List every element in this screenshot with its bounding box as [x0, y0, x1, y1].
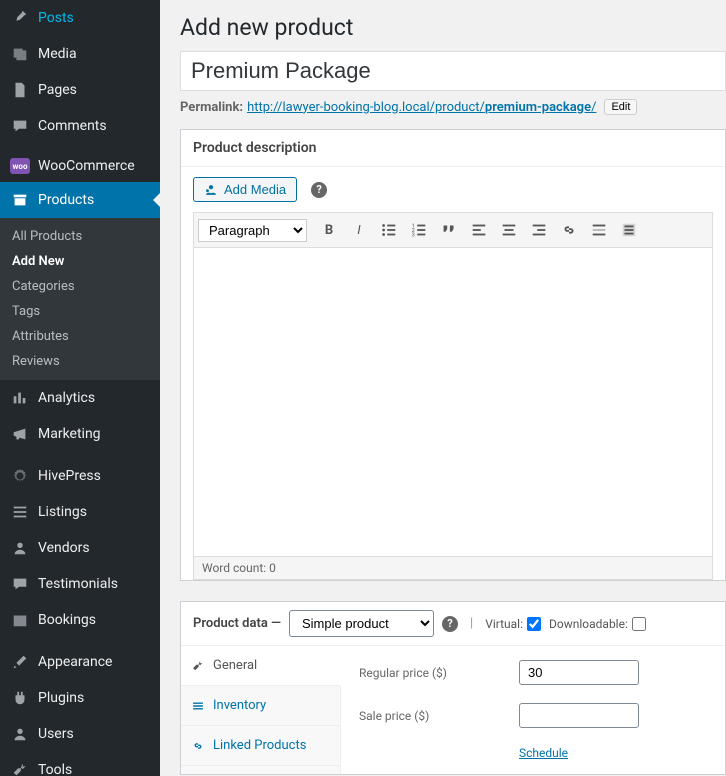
bold-button[interactable]: B	[315, 217, 343, 243]
wrench-icon	[10, 760, 30, 776]
downloadable-checkbox-label[interactable]: Downloadable:	[549, 617, 646, 631]
list-icon	[10, 502, 30, 522]
downloadable-checkbox[interactable]	[632, 617, 646, 631]
link-button[interactable]	[555, 217, 583, 243]
sidebar-item-posts[interactable]: Posts	[0, 0, 160, 36]
woo-icon: woo	[10, 158, 30, 174]
schedule-link[interactable]: Schedule	[519, 746, 707, 760]
description-panel: Product description Add Media ? Paragrap…	[180, 129, 726, 581]
tab-inventory[interactable]: Inventory	[181, 686, 340, 726]
sale-price-label: Sale price ($)	[359, 709, 519, 723]
sub-tags[interactable]: Tags	[0, 299, 160, 324]
product-data-panel: Product data — Simple product ? | Virtua…	[180, 601, 726, 775]
product-data-tabs: General Inventory Linked Products	[181, 646, 341, 774]
calendar-icon	[10, 610, 30, 630]
megaphone-icon	[10, 424, 30, 444]
sidebar-item-woocommerce[interactable]: wooWooCommerce	[0, 150, 160, 182]
quote-button[interactable]	[435, 217, 463, 243]
brush-icon	[10, 652, 30, 672]
regular-price-label: Regular price ($)	[359, 666, 519, 680]
sidebar-item-tools[interactable]: Tools	[0, 752, 160, 776]
users-icon	[10, 724, 30, 744]
analytics-icon	[10, 388, 30, 408]
archive-icon	[10, 190, 30, 210]
align-center-button[interactable]	[495, 217, 523, 243]
word-count: Word count: 0	[193, 557, 713, 580]
italic-button[interactable]: I	[345, 217, 373, 243]
product-data-label: Product data —	[193, 616, 281, 631]
sidebar-item-analytics[interactable]: Analytics	[0, 380, 160, 416]
sidebar-item-plugins[interactable]: Plugins	[0, 680, 160, 716]
product-title-input[interactable]	[180, 51, 726, 91]
sub-categories[interactable]: Categories	[0, 274, 160, 299]
help-icon[interactable]: ?	[442, 616, 458, 632]
comment-icon	[10, 116, 30, 136]
permalink-row: Permalink: http://lawyer-booking-blog.lo…	[180, 91, 726, 129]
sidebar-item-pages[interactable]: Pages	[0, 72, 160, 108]
sidebar-item-testimonials[interactable]: Testimonials	[0, 566, 160, 602]
plug-icon	[10, 688, 30, 708]
user-icon	[10, 538, 30, 558]
pin-icon	[10, 8, 30, 28]
sidebar-item-listings[interactable]: Listings	[0, 494, 160, 530]
sidebar-item-media[interactable]: Media	[0, 36, 160, 72]
product-type-select[interactable]: Simple product	[289, 610, 434, 637]
page-icon	[10, 80, 30, 100]
media-icon	[10, 44, 30, 64]
sub-reviews[interactable]: Reviews	[0, 349, 160, 374]
help-icon[interactable]: ?	[311, 182, 327, 198]
numbered-list-button[interactable]: 123	[405, 217, 433, 243]
quote-icon	[10, 574, 30, 594]
sidebar-item-hivepress[interactable]: HivePress	[0, 458, 160, 494]
virtual-checkbox-label[interactable]: Virtual:	[485, 617, 541, 631]
sidebar-item-marketing[interactable]: Marketing	[0, 416, 160, 452]
tab-general[interactable]: General	[181, 646, 341, 686]
toolbar-toggle-button[interactable]	[615, 217, 643, 243]
align-left-button[interactable]	[465, 217, 493, 243]
gear-icon	[10, 466, 30, 486]
permalink-edit-button[interactable]: Edit	[604, 99, 637, 115]
regular-price-input[interactable]	[519, 660, 639, 685]
sidebar-item-appearance[interactable]: Appearance	[0, 644, 160, 680]
main-content: Add new product Permalink: http://lawyer…	[160, 0, 726, 776]
align-right-button[interactable]	[525, 217, 553, 243]
sub-all-products[interactable]: All Products	[0, 224, 160, 249]
sidebar-item-products[interactable]: Products	[0, 182, 160, 218]
sidebar-item-bookings[interactable]: Bookings	[0, 602, 160, 638]
admin-sidebar: Posts Media Pages Comments wooWooCommerc…	[0, 0, 160, 776]
sidebar-item-users[interactable]: Users	[0, 716, 160, 752]
sidebar-item-vendors[interactable]: Vendors	[0, 530, 160, 566]
bullet-list-button[interactable]	[375, 217, 403, 243]
sale-price-input[interactable]	[519, 703, 639, 728]
sidebar-item-comments[interactable]: Comments	[0, 108, 160, 144]
tab-linked[interactable]: Linked Products	[181, 726, 340, 766]
sub-add-new[interactable]: Add New	[0, 249, 160, 274]
virtual-checkbox[interactable]	[527, 617, 541, 631]
page-title: Add new product	[180, 0, 726, 51]
sub-attributes[interactable]: Attributes	[0, 324, 160, 349]
products-submenu: All Products Add New Categories Tags Att…	[0, 218, 160, 380]
permalink-link[interactable]: http://lawyer-booking-blog.local/product…	[247, 100, 596, 115]
description-editor[interactable]	[193, 247, 713, 557]
description-heading: Product description	[181, 130, 725, 167]
editor-toolbar: Paragraph B I 123	[193, 212, 713, 247]
more-button[interactable]	[585, 217, 613, 243]
format-select[interactable]: Paragraph	[198, 219, 307, 242]
svg-text:3: 3	[412, 232, 415, 238]
add-media-button[interactable]: Add Media	[193, 177, 297, 202]
